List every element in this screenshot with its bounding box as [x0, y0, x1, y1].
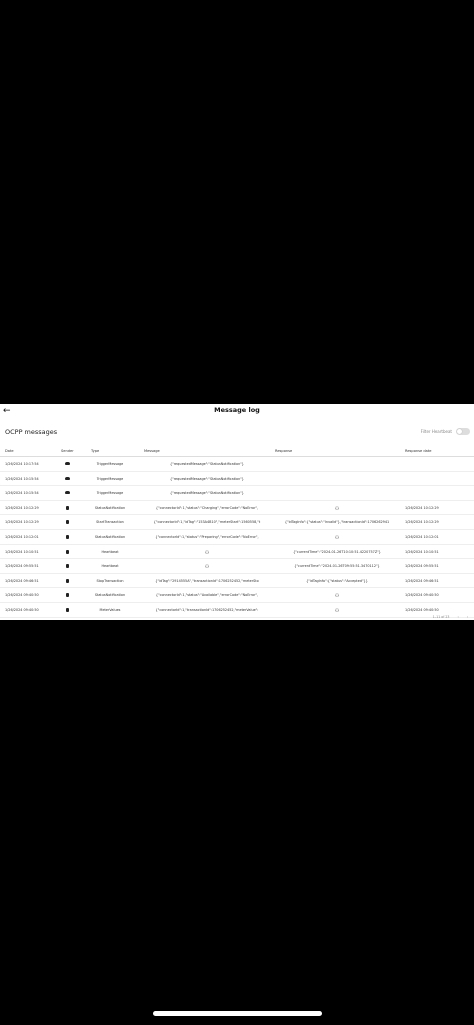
filter-heartbeat-toggle[interactable] — [456, 428, 470, 435]
cell-response-date: 1/26/2024 10:12:29 — [405, 520, 439, 525]
cell-date: 1/26/2024 10:12:29 — [5, 505, 39, 510]
filter-heartbeat: Filter Heartbeat — [421, 428, 470, 435]
cell-type: StartTransaction — [96, 520, 124, 525]
table-row[interactable]: 1/26/2024 10:17:54 TriggerMessage {"reques… — [0, 457, 474, 472]
cell-message: {"connectorId":1,"idTag":"153A4B10","met… — [153, 520, 261, 525]
table-row[interactable]: 1/26/2024 09:46:51 StopTransaction {"idTag… — [0, 574, 474, 589]
cell-type: StatusNotification — [94, 534, 126, 539]
cell-response: {"currentTime":"2024-01-26T09:55:51.3470… — [294, 564, 380, 569]
cell-message: {"connectorId":1,"status":"Preparing","e… — [155, 534, 259, 539]
cell-date: 1/26/2024 09:40:50 — [5, 593, 39, 598]
table-row[interactable]: 1/26/2024 09:55:51 Heartbeat {} {"currentTi… — [0, 559, 474, 574]
cell-message: {"requestedMessage":"StatusNotification"… — [170, 491, 244, 496]
header-sender[interactable]: Sender — [61, 449, 74, 453]
page-title: Message log — [214, 406, 260, 414]
table-row[interactable]: 1/26/2024 10:15:54 TriggerMessage {"reques… — [0, 472, 474, 487]
table-header: Date Sender Type Message Response Respon… — [0, 447, 474, 457]
cell-type: TriggerMessage — [96, 476, 124, 481]
cell-type: MeterValues — [99, 607, 121, 612]
charger-icon — [66, 578, 69, 583]
cell-date: 1/26/2024 10:17:54 — [5, 462, 39, 466]
header-response[interactable]: Response — [275, 449, 292, 453]
cell-message: {"requestedMessage":"StatusNotification"… — [170, 476, 244, 481]
cell-date: 1/26/2024 10:15:54 — [5, 476, 39, 481]
cell-type: StatusNotification — [94, 505, 126, 510]
cell-response-date: 1/26/2024 09:40:50 — [405, 593, 439, 598]
header-type[interactable]: Type — [91, 449, 99, 453]
cell-response-date: 1/26/2024 10:12:29 — [405, 505, 439, 510]
cell-type: StatusNotification — [94, 593, 126, 598]
cloud-icon — [65, 491, 70, 495]
cell-type: TriggerMessage — [96, 462, 124, 466]
cell-type: Heartbeat — [101, 564, 119, 569]
chevron-right-icon[interactable]: › — [467, 615, 468, 619]
cell-message: {"requestedMessage":"StatusNotification"… — [170, 462, 244, 466]
filter-label: Filter Heartbeat — [420, 429, 452, 434]
cell-response-date: 1/26/2024 09:40:50 — [405, 607, 439, 612]
header-message[interactable]: Message — [144, 449, 160, 453]
cell-message: {"connectorId":1,"status":"Available","e… — [155, 593, 259, 598]
cell-message: {"connectorId":1,"transactionId":1706252… — [155, 607, 259, 612]
table-row[interactable]: 1/26/2024 10:12:01 StatusNotification {"co… — [0, 530, 474, 545]
table-row[interactable]: 1/26/2024 10:10:51 Heartbeat {} {"currentTi… — [0, 545, 474, 560]
cell-date: 1/26/2024 10:10:51 — [5, 549, 39, 554]
message-log-screen: ← Message log OCPP messages Filter Heart… — [0, 404, 474, 620]
header-date[interactable]: Date — [5, 449, 14, 453]
chevron-left-icon[interactable]: ‹ — [457, 615, 458, 619]
cell-response: {} — [334, 534, 340, 539]
charger-icon — [66, 549, 69, 554]
cell-message: {} — [204, 564, 210, 569]
table-row[interactable]: 1/26/2024 10:15:54 TriggerMessage {"reques… — [0, 486, 474, 501]
cell-date: 1/26/2024 09:46:51 — [5, 578, 39, 583]
table-body: 1/26/2024 10:17:54 TriggerMessage {"reques… — [0, 457, 474, 618]
section-title: OCPP messages — [5, 428, 58, 436]
pagination-label: 1–11 of 23 — [432, 615, 450, 619]
cell-message: {"idTag":"2914555A","transactionId":1706… — [155, 578, 259, 583]
table-row[interactable]: 1/26/2024 10:12:29 StartTransaction {"conn… — [0, 515, 474, 530]
cell-response-date: 1/26/2024 10:10:51 — [405, 549, 439, 554]
cell-type: StopTransaction — [96, 578, 124, 583]
cell-response-date: 1/26/2024 09:55:51 — [405, 564, 439, 569]
cell-response-date: 1/26/2024 10:12:01 — [405, 534, 439, 539]
pagination: 1–11 of 23 ‹ › — [433, 615, 468, 619]
table-row[interactable]: 1/26/2024 09:40:50 MeterValues {"connector… — [0, 603, 474, 618]
cell-response: {} — [334, 607, 340, 612]
cell-date: 1/26/2024 09:55:51 — [5, 564, 39, 569]
cloud-icon — [65, 462, 70, 465]
cell-response-date: 1/26/2024 09:46:51 — [405, 578, 439, 583]
app-bar: ← Message log — [0, 404, 474, 420]
cell-response: {"currentTime":"2024-01-26T10:10:51.4220… — [293, 549, 381, 554]
cell-response: {} — [334, 593, 340, 598]
cell-response: {} — [334, 505, 340, 510]
cell-type: Heartbeat — [101, 549, 119, 554]
cell-date: 1/26/2024 10:15:54 — [5, 491, 39, 496]
charger-icon — [66, 520, 69, 525]
charger-icon — [66, 534, 69, 539]
cloud-icon — [65, 476, 70, 480]
header-response-date[interactable]: Response date — [405, 449, 432, 453]
cell-date: 1/26/2024 10:12:29 — [5, 520, 39, 525]
charger-icon — [66, 607, 69, 612]
home-indicator — [153, 1011, 322, 1016]
cell-type: TriggerMessage — [96, 491, 124, 496]
cell-date: 1/26/2024 10:12:01 — [5, 534, 39, 539]
table-row[interactable]: 1/26/2024 09:40:50 StatusNotification {"co… — [0, 588, 474, 603]
cell-response: {"idTagInfo":{"status":"Invalid"},"trans… — [284, 520, 390, 525]
cell-message: {} — [204, 549, 210, 554]
charger-icon — [66, 505, 69, 510]
charger-icon — [66, 593, 69, 598]
cell-response: {"idTagInfo":{"status":"Accepted"}} — [306, 578, 368, 583]
charger-icon — [66, 564, 69, 569]
cell-date: 1/26/2024 09:40:50 — [5, 607, 39, 612]
cell-message: {"connectorId":1,"status":"Charging","er… — [155, 505, 259, 510]
table-row[interactable]: 1/26/2024 10:12:29 StatusNotification {"co… — [0, 501, 474, 516]
